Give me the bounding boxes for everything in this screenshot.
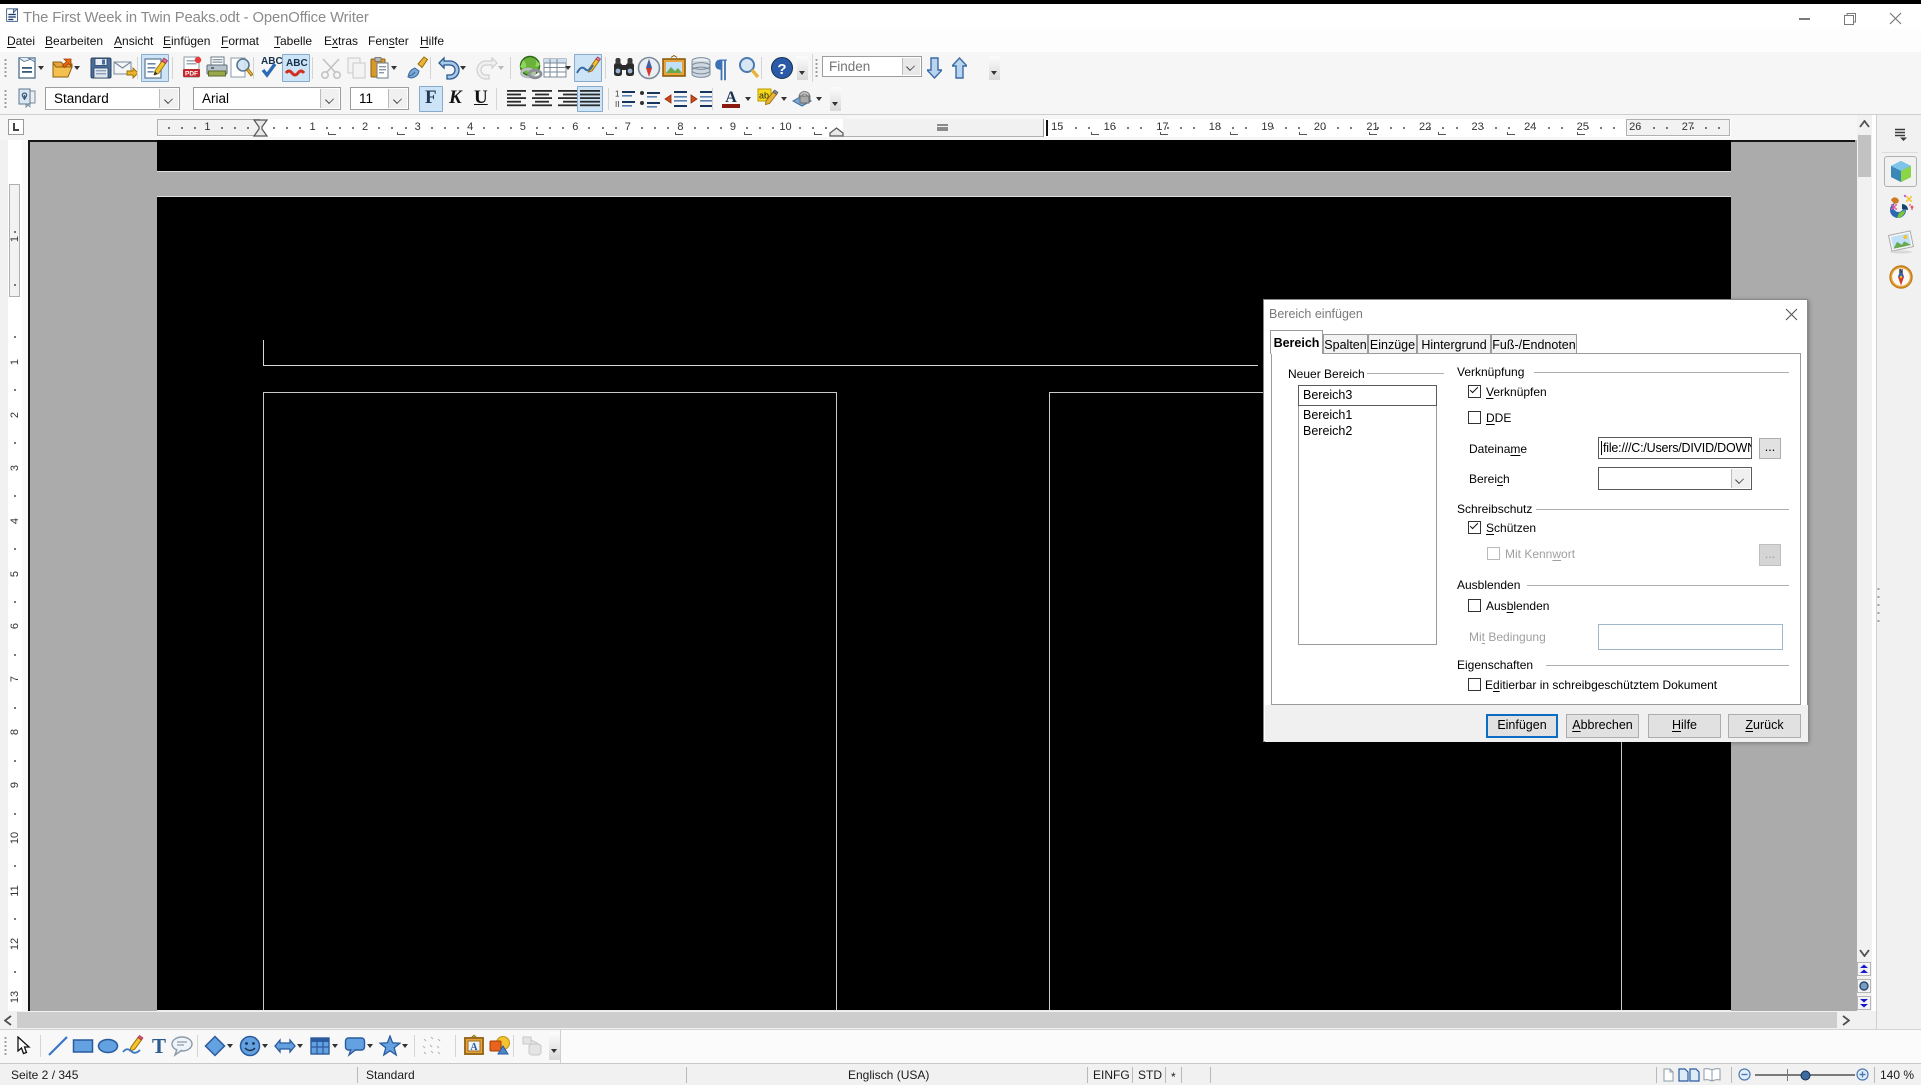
svg-text:ABC: ABC (261, 56, 283, 67)
svg-text:?: ? (777, 61, 786, 78)
svg-text:ABC: ABC (286, 58, 308, 69)
svg-text:A: A (470, 1042, 478, 1053)
svg-text:¶: ¶ (714, 55, 728, 81)
svg-text:A: A (725, 89, 737, 106)
svg-text:T: T (152, 1035, 166, 1057)
svg-text:PDF: PDF (185, 71, 198, 78)
svg-text:II: II (615, 100, 619, 109)
svg-text:1: 1 (615, 90, 620, 99)
svg-text:N: N (1899, 269, 1903, 275)
